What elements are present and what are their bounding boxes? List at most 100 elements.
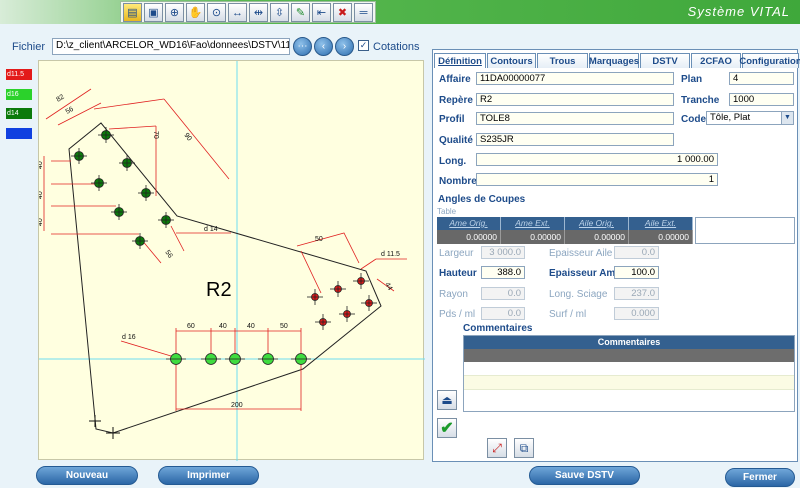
angles-title: Angles de Coupes [438, 194, 526, 205]
tab-configuration[interactable]: Configuration [739, 53, 800, 68]
title-bar: ▤ ▣ ⊕ ✋ ⊙ ↔ ⇹ ⇳ ✎ ⇤ ✖ ═ Système VITAL [0, 0, 800, 24]
rayon-field[interactable]: 0.0 [481, 287, 525, 300]
holes-d115 [307, 273, 377, 330]
dim-d16: d 16 [122, 334, 136, 341]
tab-marquages[interactable]: Marquages [589, 53, 639, 68]
tab-bar: Définition Contours Trous Marquages DSTV… [434, 53, 800, 68]
tab-definition[interactable]: Définition [434, 53, 486, 68]
nouveau-button[interactable]: Nouveau [36, 466, 138, 485]
export-icon[interactable]: ⧉ [514, 438, 534, 458]
tab-2cfao[interactable]: 2CFAO [691, 53, 741, 68]
measure-icon[interactable]: ↔ [228, 3, 247, 22]
comments-title: Commentaires [463, 323, 533, 334]
comment-row[interactable] [464, 376, 794, 390]
tab-contours[interactable]: Contours [487, 53, 536, 68]
save-icon[interactable]: ▣ [144, 3, 163, 22]
app-title: Système VITAL [687, 4, 790, 19]
plan-field[interactable]: 4 [729, 72, 794, 85]
dim-40-c: 40 [39, 218, 44, 226]
dimension-icon[interactable]: ⇤ [312, 3, 331, 22]
dim-200: 200 [231, 402, 243, 409]
rayon-label: Rayon [439, 289, 468, 300]
repere-field[interactable]: R2 [476, 93, 674, 106]
hauteur-label: Hauteur [439, 268, 477, 279]
fermer-button[interactable]: Fermer [725, 468, 795, 487]
angles-table: Ame Orig. Ame Ext. Aile Orig. Aile Ext. … [437, 217, 795, 244]
dim-56-bottom: 56 [163, 249, 173, 259]
affaire-field[interactable]: 11DA00000077 [476, 72, 674, 85]
legend-d115: d11.5 [6, 69, 32, 80]
long-field[interactable]: 1 000.00 [476, 153, 718, 166]
link-icon[interactable]: ⤢ [487, 438, 507, 458]
erase-button[interactable]: ⏏ [437, 390, 457, 410]
legend-d16: d16 [6, 89, 32, 100]
hauteur-field[interactable]: 388.0 [481, 266, 525, 279]
tab-dstv[interactable]: DSTV [640, 53, 690, 68]
ep-aile-field[interactable]: 0.0 [614, 246, 659, 259]
long-sciage-field[interactable]: 237.0 [614, 287, 659, 300]
legend-d14: d14 [6, 108, 32, 119]
angle-value-aile-ext[interactable]: 0.00000 [629, 230, 693, 244]
dim-90: 90 [182, 132, 192, 143]
angle-header-aile-orig[interactable]: Aile Orig. [565, 217, 629, 230]
angles-table-empty [695, 217, 795, 244]
measure-v-icon[interactable]: ⇳ [270, 3, 289, 22]
validate-button[interactable]: ✔ [437, 418, 457, 438]
angle-header-ame-ext[interactable]: Ame Ext. [501, 217, 565, 230]
angle-value-aile-orig[interactable]: 0.00000 [565, 230, 629, 244]
dim-50-right: 50 [315, 236, 323, 243]
angle-header-aile-ext[interactable]: Aile Ext. [629, 217, 693, 230]
ruler-icon[interactable]: ═ [354, 3, 373, 22]
pds-field[interactable]: 0.0 [481, 307, 525, 320]
surf-label: Surf / ml [549, 309, 587, 320]
measure-h-icon[interactable]: ⇹ [249, 3, 268, 22]
drawing-canvas[interactable]: R2 82 56 70 90 40 40 40 56 d 14 d 16 d 1… [37, 60, 425, 461]
ep-ame-field[interactable]: 100.0 [614, 266, 659, 279]
next-button[interactable]: › [335, 37, 354, 56]
angle-value-ame-orig[interactable]: 0.00000 [437, 230, 501, 244]
nombre-field[interactable]: 1 [476, 173, 718, 186]
pds-label: Pds / ml [439, 309, 476, 320]
dim-82: 82 [55, 94, 65, 104]
largeur-field[interactable]: 3 000.0 [481, 246, 525, 259]
chevron-down-icon[interactable]: ▼ [781, 112, 793, 124]
comment-row-selected[interactable] [464, 349, 794, 362]
tranche-field[interactable]: 1000 [729, 93, 794, 106]
repere-label: Repère [439, 95, 473, 106]
dim-40-d: 40 [219, 323, 227, 330]
surf-field[interactable]: 0.000 [614, 307, 659, 320]
code-select[interactable]: Tôle, Plat ▼ [706, 111, 794, 125]
dim-50-bottom: 50 [280, 323, 288, 330]
browse-button[interactable]: ⋯ [293, 37, 312, 56]
dim-56-top: 56 [65, 106, 75, 116]
delete-icon[interactable]: ✖ [333, 3, 352, 22]
open-icon[interactable]: ▤ [123, 3, 142, 22]
profil-field[interactable]: TOLE8 [476, 112, 674, 125]
table-label: Table [437, 207, 457, 216]
imprimer-button[interactable]: Imprimer [158, 466, 259, 485]
nombre-label: Nombre [439, 176, 477, 187]
pan-icon[interactable]: ✋ [186, 3, 205, 22]
qualite-label: Qualité [439, 135, 473, 146]
angle-value-ame-ext[interactable]: 0.00000 [501, 230, 565, 244]
largeur-label: Largeur [439, 248, 474, 259]
dim-d14: d 14 [204, 226, 218, 233]
angle-header-ame-orig[interactable]: Ame Orig. [437, 217, 501, 230]
previous-button[interactable]: ‹ [314, 37, 333, 56]
holes-d14 [71, 127, 174, 249]
sauve-dstv-button[interactable]: Sauve DSTV [529, 466, 640, 485]
comment-row[interactable] [464, 362, 794, 376]
file-path-input[interactable]: D:\z_client\ARCELOR_WD16\Fao\donnees\DST… [52, 38, 290, 55]
tab-trous[interactable]: Trous [537, 53, 588, 68]
cotations-checkbox[interactable]: ✓ [358, 40, 369, 51]
plan-label: Plan [681, 74, 703, 85]
edit-icon[interactable]: ✎ [291, 3, 310, 22]
code-label: Code [681, 114, 706, 125]
comments-table[interactable]: Commentaires [463, 335, 795, 412]
zoom-fit-icon[interactable]: ⊙ [207, 3, 226, 22]
zoom-in-icon[interactable]: ⊕ [165, 3, 184, 22]
long-sciage-label: Long. Sciage [549, 289, 608, 300]
dim-d115: d 11.5 [381, 251, 400, 258]
cotations-label: Cotations [373, 41, 420, 53]
qualite-field[interactable]: S235JR [476, 133, 674, 146]
